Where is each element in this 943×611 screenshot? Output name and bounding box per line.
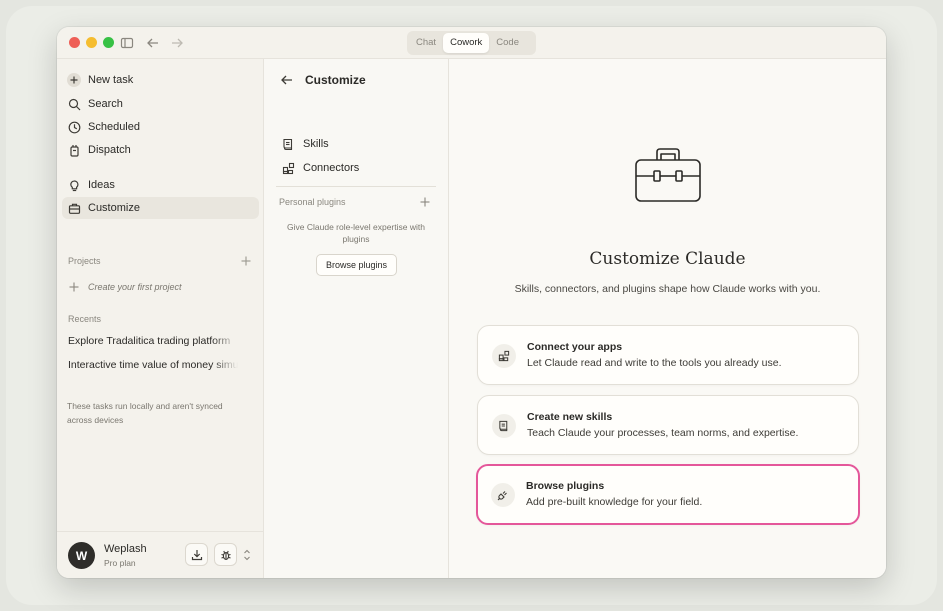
tab-code[interactable]: Code: [489, 33, 526, 53]
card-description: Add pre-built knowledge for your field.: [526, 496, 703, 508]
clock-icon: [67, 120, 81, 134]
create-project-link[interactable]: Create your first project: [62, 276, 259, 298]
mode-tabs: Chat Cowork Code: [407, 31, 536, 55]
panel-item-label: Connectors: [303, 162, 360, 174]
sidebar-item-label: Customize: [88, 202, 140, 214]
plus-icon: [67, 73, 81, 87]
page-subtitle: Skills, connectors, and plugins shape ho…: [514, 283, 821, 295]
lightbulb-icon: [67, 178, 81, 192]
browse-plugins-card[interactable]: Browse plugins Add pre-built knowledge f…: [476, 464, 860, 525]
card-title: Connect your apps: [527, 341, 623, 353]
close-window-button[interactable]: [69, 37, 80, 48]
sidebar-item-new-task[interactable]: New task: [62, 69, 259, 91]
tab-chat[interactable]: Chat: [409, 33, 443, 53]
recents-section-label: Recents: [68, 314, 102, 324]
sidebar-item-customize[interactable]: Customize: [62, 197, 259, 219]
panel-item-label: Skills: [303, 138, 329, 150]
back-arrow-icon[interactable]: [280, 73, 294, 87]
add-plugin-icon[interactable]: [420, 197, 430, 207]
card-description: Teach Claude your processes, team norms,…: [527, 427, 799, 439]
sidebar-item-search[interactable]: Search: [62, 93, 259, 115]
sidebar-item-ideas[interactable]: Ideas: [62, 174, 259, 196]
zoom-window-button[interactable]: [103, 37, 114, 48]
sidebar-item-scheduled[interactable]: Scheduled: [62, 116, 259, 138]
briefcase-icon: [67, 201, 81, 215]
back-arrow-icon[interactable]: [145, 35, 161, 51]
skills-icon: [281, 137, 295, 151]
connectors-icon: [281, 161, 295, 175]
recent-item[interactable]: Interactive time value of money simulato…: [68, 359, 238, 371]
personal-plugins-label: Personal plugins: [279, 197, 346, 207]
connect-apps-card[interactable]: Connect your apps Let Claude read and wr…: [477, 325, 859, 385]
card-description: Let Claude read and write to the tools y…: [527, 357, 782, 369]
download-button[interactable]: [185, 543, 208, 566]
connectors-icon: [492, 344, 516, 368]
panel-title: Customize: [305, 73, 366, 87]
user-plan: Pro plan: [104, 558, 136, 568]
page-title: Customize Claude: [589, 249, 746, 269]
avatar[interactable]: W: [68, 542, 95, 569]
create-project-label: Create your first project: [88, 282, 182, 292]
tab-cowork[interactable]: Cowork: [443, 33, 490, 53]
create-skills-card[interactable]: Create new skills Teach Claude your proc…: [477, 395, 859, 455]
plus-icon: [67, 280, 81, 294]
user-name[interactable]: Weplash: [104, 543, 147, 555]
sidebar-item-label: New task: [88, 74, 134, 86]
main-content: Customize Claude Skills, connectors, and…: [449, 59, 886, 578]
panel-item-skills[interactable]: Skills: [281, 135, 329, 153]
skills-icon: [492, 414, 516, 438]
divider: [276, 186, 436, 187]
bug-icon: [220, 549, 232, 561]
customize-panel: Customize Skills Connectors Personal plu…: [264, 59, 449, 578]
title-bar: Chat Cowork Code: [57, 27, 886, 59]
toolbox-icon: [633, 144, 703, 206]
sidebar-item-label: Dispatch: [88, 144, 131, 156]
chevron-up-down-icon[interactable]: [242, 548, 252, 562]
sidebar-toggle-icon[interactable]: [119, 35, 135, 51]
card-title: Create new skills: [527, 411, 613, 423]
personal-plugins-description: Give Claude role-level expertise with pl…: [287, 222, 425, 244]
minimize-window-button[interactable]: [86, 37, 97, 48]
projects-section-label: Projects: [68, 256, 101, 266]
browse-plugins-button[interactable]: Browse plugins: [316, 254, 397, 276]
search-icon: [67, 97, 81, 111]
sidebar-item-label: Search: [88, 98, 123, 110]
add-project-icon[interactable]: [241, 256, 251, 266]
panel-item-connectors[interactable]: Connectors: [281, 159, 359, 177]
forward-arrow-icon[interactable]: [169, 35, 185, 51]
sidebar-item-label: Scheduled: [88, 121, 140, 133]
recent-item[interactable]: Explore Tradalitica trading platform: [68, 335, 238, 347]
local-tasks-note: These tasks run locally and aren't synce…: [67, 401, 223, 425]
plug-icon: [491, 483, 515, 507]
user-footer: W Weplash Pro plan: [57, 531, 264, 578]
sidebar-item-dispatch[interactable]: Dispatch: [62, 139, 259, 161]
sidebar: New task Search Scheduled Dispatch Ideas…: [57, 59, 264, 578]
download-icon: [191, 549, 203, 561]
card-title: Browse plugins: [526, 480, 605, 492]
debug-button[interactable]: [214, 543, 237, 566]
sidebar-item-label: Ideas: [88, 179, 115, 191]
dispatch-icon: [67, 143, 81, 157]
app-window: Chat Cowork Code New task Search Schedul…: [57, 27, 886, 578]
